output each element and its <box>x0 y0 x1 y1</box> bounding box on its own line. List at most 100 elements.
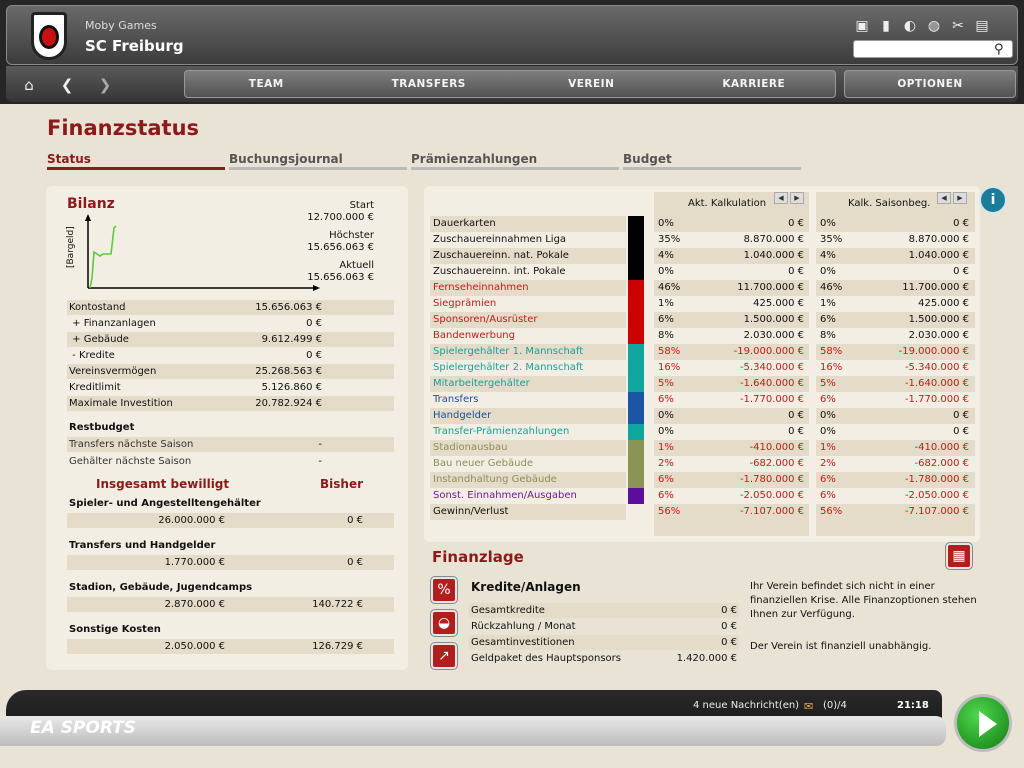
next-arrow-icon-2[interactable]: ▶ <box>953 192 967 204</box>
back-icon[interactable]: ❮ <box>56 72 78 98</box>
row-label: Gewinn/Verlust <box>433 506 509 517</box>
row-value-season: -682.000 € <box>914 458 969 469</box>
continue-button[interactable] <box>954 694 1012 752</box>
row-percent-current: 56% <box>658 506 681 517</box>
bilanz-row-value: 5.126.860 € <box>261 382 322 393</box>
tab-karriere[interactable]: KARRIERE <box>673 71 836 97</box>
row-value-season: -1.770.000 € <box>904 394 969 405</box>
category-color-bar <box>628 264 644 280</box>
row-value-season: -410.000 € <box>914 442 969 453</box>
next-arrow-icon[interactable]: ▶ <box>790 192 804 204</box>
row-percent-season: 58% <box>820 346 843 357</box>
row-percent-current: 0% <box>658 410 674 421</box>
rest-row-value: - <box>318 456 322 467</box>
percent-icon[interactable]: % <box>431 577 457 603</box>
messages-text[interactable]: 4 neue Nachricht(en) <box>693 700 799 711</box>
table-row: Transfer-Prämienzahlungen 0% 0 € 0% 0 € <box>430 424 975 440</box>
col-season-label: Kalk. Saisonbeg. <box>848 198 931 209</box>
row-percent-current: 58% <box>658 346 681 357</box>
category-color-bar <box>628 344 644 360</box>
row-percent-current: 6% <box>658 490 674 501</box>
current-value: 15.656.063 € <box>307 272 374 283</box>
table-row: Sonst. Einnahmen/Ausgaben 6% -2.050.000 € 6… <box>430 488 975 504</box>
row-value-current: 0 € <box>788 218 804 229</box>
row-value-current: -7.107.000 € <box>739 506 804 517</box>
row-label: Mitarbeitergehälter <box>433 378 530 389</box>
bilanz-row-label: Kontostand <box>69 302 126 313</box>
bilanz-row-value: 25.268.563 € <box>255 366 322 377</box>
col-footer-current <box>654 520 809 536</box>
subtab-status[interactable]: Status <box>47 152 225 170</box>
options-button[interactable]: OPTIONEN <box>844 70 1016 98</box>
subtab-praemienzahlungen[interactable]: Prämienzahlungen <box>411 152 619 170</box>
bewilligt-label: Insgesamt bewilligt <box>96 477 230 491</box>
row-percent-season: 2% <box>820 458 836 469</box>
table-row: Bau neuer Gebäude 2% -682.000 € 2% -682.000 … <box>430 456 975 472</box>
row-label: Spielergehälter 2. Mannschaft <box>433 362 584 373</box>
home-icon[interactable]: ⌂ <box>18 72 40 98</box>
refresh-icon[interactable]: ◐ <box>901 17 919 35</box>
row-label: Zuschauereinn. int. Pokale <box>433 266 566 277</box>
row-percent-season: 1% <box>820 298 836 309</box>
prev-arrow-icon-2[interactable]: ◀ <box>937 192 951 204</box>
row-value-current: -1.640.000 € <box>739 378 804 389</box>
bilanz-title: Bilanz <box>67 196 115 212</box>
piggybank-icon[interactable]: ◒ <box>431 610 457 636</box>
table-row: Zuschauereinnahmen Liga 35% 8.870.000 € 35%… <box>430 232 975 248</box>
search-icon[interactable]: ⚲ <box>994 42 1004 57</box>
calculator-icon[interactable]: ▦ <box>946 543 972 569</box>
table-row: Sponsoren/Ausrüster 6% 1.500.000 € 6% 1.500.… <box>430 312 975 328</box>
search-input[interactable] <box>853 40 1013 58</box>
rest-row-label: Transfers nächste Saison <box>69 439 194 450</box>
row-percent-season: 4% <box>820 250 836 261</box>
row-percent-season: 0% <box>820 266 836 277</box>
row-value-current: 11.700.000 € <box>737 282 804 293</box>
budget-category: Spieler- und Angestelltengehälter <box>69 498 261 509</box>
tools-icon[interactable]: ✂ <box>949 17 967 35</box>
stats-icon[interactable]: ▮ <box>877 17 895 35</box>
tab-team[interactable]: TEAM <box>185 71 348 97</box>
row-percent-current: 6% <box>658 394 674 405</box>
nav-bar: ⌂ ❮ ❯ TEAM TRANSFERS VEREIN KARRIERE OPT… <box>6 66 1018 102</box>
finanz-row-value: 0 € <box>721 605 737 616</box>
finance-status-text: Ihr Verein befindet sich nicht in einer … <box>750 581 977 620</box>
finanz-row-label: Gesamtkredite <box>471 605 545 616</box>
row-value-current: -19.000.000 € <box>733 346 804 357</box>
table-row: Zuschauereinn. int. Pokale 0% 0 € 0% 0 € <box>430 264 975 280</box>
table-row: Dauerkarten 0% 0 € 0% 0 € <box>430 216 975 232</box>
row-label: Handgelder <box>433 410 492 421</box>
forward-icon[interactable]: ❯ <box>94 72 116 98</box>
table-row: Gewinn/Verlust 56% -7.107.000 € 56% -7.107.0… <box>430 504 975 520</box>
row-value-season: 0 € <box>953 426 969 437</box>
row-value-current: 0 € <box>788 426 804 437</box>
row-value-season: 0 € <box>953 218 969 229</box>
budget-used: 140.722 € <box>312 599 363 610</box>
tab-verein[interactable]: VEREIN <box>510 71 673 97</box>
row-value-current: 2.030.000 € <box>743 330 804 341</box>
table-row: Siegprämien 1% 425.000 € 1% 425.000 € <box>430 296 975 312</box>
budget-approved: 2.870.000 € <box>164 599 225 610</box>
globe-icon[interactable]: ◍ <box>925 17 943 35</box>
row-value-season: -7.107.000 € <box>904 506 969 517</box>
start-value: 12.700.000 € <box>307 212 374 223</box>
category-color-bar <box>628 392 644 408</box>
row-value-current: -2.050.000 € <box>739 490 804 501</box>
bilanz-row-label: - Kredite <box>69 350 115 361</box>
tab-transfers[interactable]: TRANSFERS <box>348 71 511 97</box>
rest-row-label: Gehälter nächste Saison <box>69 456 192 467</box>
row-label: Sonst. Einnahmen/Ausgaben <box>433 490 577 501</box>
subtab-budget[interactable]: Budget <box>623 152 801 170</box>
category-color-bar <box>628 488 644 504</box>
row-value-current: -1.770.000 € <box>739 394 804 405</box>
bilanz-row-label: Vereinsvermögen <box>69 366 157 377</box>
growth-chart-icon[interactable]: ↗ <box>431 643 457 669</box>
prev-arrow-icon[interactable]: ◀ <box>774 192 788 204</box>
table-row: Mitarbeitergehälter 5% -1.640.000 € 5% -1.64… <box>430 376 975 392</box>
info-icon[interactable]: i <box>979 186 1007 214</box>
window-icon[interactable]: ▣ <box>853 17 871 35</box>
table-row: Spielergehälter 2. Mannschaft 16% -5.340.0… <box>430 360 975 376</box>
document-icon[interactable]: ▤ <box>973 17 991 35</box>
header-panel: Moby Games SC Freiburg ▣ ▮ ◐ ◍ ✂ ▤ ⚲ <box>6 5 1018 65</box>
mail-icon[interactable]: ✉ <box>804 700 813 713</box>
subtab-buchungsjournal[interactable]: Buchungsjournal <box>229 152 407 170</box>
